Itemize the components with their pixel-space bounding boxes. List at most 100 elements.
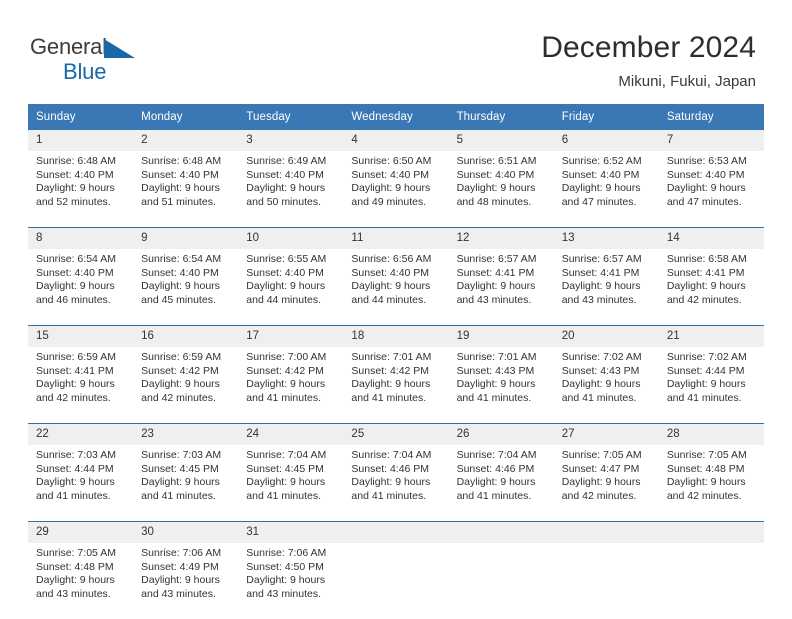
day-cell[interactable]: Sunrise: 6:50 AM Sunset: 4:40 PM Dayligh… [343, 151, 449, 228]
day-number[interactable]: 24 [238, 424, 344, 445]
week-2-details: Sunrise: 6:54 AM Sunset: 4:40 PM Dayligh… [28, 249, 764, 326]
day-cell[interactable]: Sunrise: 6:54 AM Sunset: 4:40 PM Dayligh… [133, 249, 239, 326]
day-number[interactable]: 7 [658, 130, 764, 151]
daylight-text-line1: Daylight: 9 hours [36, 378, 115, 391]
day-cell[interactable]: Sunrise: 7:02 AM Sunset: 4:43 PM Dayligh… [553, 347, 659, 424]
column-header-friday: Friday [553, 104, 659, 130]
day-number[interactable]: 3 [238, 130, 344, 151]
sunrise-text: Sunrise: 6:51 AM [456, 155, 537, 167]
day-number[interactable]: 4 [343, 130, 449, 151]
day-cell[interactable]: Sunrise: 7:06 AM Sunset: 4:50 PM Dayligh… [238, 543, 344, 619]
sunrise-text: Sunrise: 7:03 AM [36, 449, 116, 461]
daylight-text-line1: Daylight: 9 hours [246, 378, 326, 391]
day-cell[interactable]: Sunrise: 6:57 AM Sunset: 4:41 PM Dayligh… [553, 249, 659, 326]
daylight-text-line2: and 48 minutes. [456, 195, 532, 208]
day-number[interactable]: 14 [658, 228, 764, 249]
day-number[interactable]: 17 [238, 326, 344, 347]
day-cell[interactable]: Sunrise: 6:58 AM Sunset: 4:41 PM Dayligh… [658, 249, 764, 326]
day-number[interactable]: 28 [658, 424, 764, 445]
daylight-text-line1: Daylight: 9 hours [351, 476, 431, 489]
sunset-text: Sunset: 4:48 PM [36, 560, 114, 573]
brand-logo[interactable]: General Blue [30, 36, 135, 87]
day-cell[interactable]: Sunrise: 7:03 AM Sunset: 4:44 PM Dayligh… [28, 445, 134, 522]
daylight-text-line1: Daylight: 9 hours [246, 476, 326, 489]
daylight-text-line2: and 41 minutes. [456, 391, 532, 404]
sunset-text: Sunset: 4:40 PM [561, 168, 640, 181]
sunset-text: Sunset: 4:46 PM [456, 462, 535, 475]
day-number[interactable]: 20 [553, 326, 659, 347]
day-cell[interactable]: Sunrise: 7:05 AM Sunset: 4:48 PM Dayligh… [658, 445, 764, 522]
day-cell[interactable]: Sunrise: 7:06 AM Sunset: 4:49 PM Dayligh… [133, 543, 239, 619]
day-number[interactable]: 26 [448, 424, 554, 445]
day-number[interactable]: 19 [448, 326, 554, 347]
sunrise-text: Sunrise: 6:58 AM [666, 253, 747, 265]
day-cell[interactable]: Sunrise: 7:00 AM Sunset: 4:42 PM Dayligh… [238, 347, 344, 424]
day-cell[interactable]: Sunrise: 6:49 AM Sunset: 4:40 PM Dayligh… [238, 151, 344, 228]
daylight-text-line1: Daylight: 9 hours [141, 476, 220, 489]
day-cell[interactable]: Sunrise: 7:04 AM Sunset: 4:46 PM Dayligh… [448, 445, 554, 522]
blue-triangle-flag-icon [102, 38, 136, 59]
day-number[interactable]: 21 [658, 326, 764, 347]
day-cell[interactable]: Sunrise: 6:59 AM Sunset: 4:42 PM Dayligh… [133, 347, 239, 424]
day-number[interactable]: 18 [343, 326, 449, 347]
daylight-text-line2: and 44 minutes. [351, 293, 427, 306]
day-cell[interactable]: Sunrise: 6:52 AM Sunset: 4:40 PM Dayligh… [553, 151, 659, 228]
day-cell[interactable]: Sunrise: 7:04 AM Sunset: 4:46 PM Dayligh… [343, 445, 449, 522]
sunrise-text: Sunrise: 6:55 AM [246, 253, 327, 265]
day-number[interactable]: 11 [343, 228, 449, 249]
day-cell[interactable]: Sunrise: 6:57 AM Sunset: 4:41 PM Dayligh… [448, 249, 554, 326]
day-number[interactable]: 16 [133, 326, 239, 347]
day-cell[interactable]: Sunrise: 6:55 AM Sunset: 4:40 PM Dayligh… [238, 249, 344, 326]
day-number[interactable]: 10 [238, 228, 344, 249]
day-cell[interactable]: Sunrise: 7:02 AM Sunset: 4:44 PM Dayligh… [658, 347, 764, 424]
sunset-text: Sunset: 4:45 PM [246, 462, 324, 475]
day-number[interactable]: 31 [238, 522, 344, 543]
day-cell[interactable]: Sunrise: 6:54 AM Sunset: 4:40 PM Dayligh… [28, 249, 134, 326]
sunrise-text: Sunrise: 6:54 AM [141, 253, 222, 265]
sunset-text: Sunset: 4:42 PM [246, 364, 324, 377]
day-number[interactable]: 2 [133, 130, 239, 151]
sunset-text: Sunset: 4:50 PM [246, 560, 324, 573]
day-number[interactable]: 9 [133, 228, 239, 249]
day-number[interactable]: 15 [28, 326, 134, 347]
daylight-text-line2: and 47 minutes. [561, 195, 637, 208]
day-cell[interactable]: Sunrise: 7:05 AM Sunset: 4:47 PM Dayligh… [553, 445, 659, 522]
daylight-text-line2: and 41 minutes. [36, 489, 111, 502]
day-number[interactable]: 8 [28, 228, 134, 249]
week-2-daynumbers: 8 9 10 11 12 13 14 [28, 228, 764, 249]
page-header: General Blue December 2024 Mikuni, Fukui… [0, 0, 792, 96]
day-number[interactable]: 1 [28, 130, 134, 151]
day-number[interactable]: 13 [553, 228, 659, 249]
day-cell[interactable]: Sunrise: 7:01 AM Sunset: 4:42 PM Dayligh… [343, 347, 449, 424]
day-cell[interactable]: Sunrise: 6:59 AM Sunset: 4:41 PM Dayligh… [28, 347, 134, 424]
daylight-text-line2: and 41 minutes. [141, 489, 216, 502]
day-cell[interactable]: Sunrise: 7:01 AM Sunset: 4:43 PM Dayligh… [448, 347, 554, 424]
day-cell[interactable]: Sunrise: 6:56 AM Sunset: 4:40 PM Dayligh… [343, 249, 449, 326]
sunrise-text: Sunrise: 6:57 AM [456, 253, 537, 265]
day-cell[interactable]: Sunrise: 7:03 AM Sunset: 4:45 PM Dayligh… [133, 445, 239, 522]
sunset-text: Sunset: 4:42 PM [351, 364, 430, 377]
day-number[interactable]: 23 [133, 424, 239, 445]
day-number[interactable]: 27 [553, 424, 659, 445]
day-cell[interactable]: Sunrise: 6:53 AM Sunset: 4:40 PM Dayligh… [658, 151, 764, 228]
sunset-text: Sunset: 4:41 PM [36, 364, 114, 377]
day-number[interactable]: 30 [133, 522, 239, 543]
daylight-text-line2: and 41 minutes. [351, 489, 427, 502]
day-number[interactable]: 22 [28, 424, 134, 445]
day-cell[interactable]: Sunrise: 6:51 AM Sunset: 4:40 PM Dayligh… [448, 151, 554, 228]
daylight-text-line1: Daylight: 9 hours [36, 476, 115, 489]
daylight-text-line2: and 45 minutes. [141, 293, 216, 306]
day-cell[interactable]: Sunrise: 6:48 AM Sunset: 4:40 PM Dayligh… [133, 151, 239, 228]
day-number[interactable]: 12 [448, 228, 554, 249]
day-cell[interactable]: Sunrise: 6:48 AM Sunset: 4:40 PM Dayligh… [28, 151, 134, 228]
daylight-text-line2: and 41 minutes. [246, 489, 321, 502]
day-cell[interactable]: Sunrise: 7:04 AM Sunset: 4:45 PM Dayligh… [238, 445, 344, 522]
day-cell[interactable]: Sunrise: 7:05 AM Sunset: 4:48 PM Dayligh… [28, 543, 134, 619]
day-number[interactable]: 6 [553, 130, 659, 151]
sunset-text: Sunset: 4:48 PM [666, 462, 745, 475]
sunset-text: Sunset: 4:40 PM [666, 168, 745, 181]
daylight-text-line1: Daylight: 9 hours [561, 378, 641, 391]
day-number[interactable]: 29 [28, 522, 134, 543]
day-number[interactable]: 25 [343, 424, 449, 445]
day-number[interactable]: 5 [448, 130, 554, 151]
